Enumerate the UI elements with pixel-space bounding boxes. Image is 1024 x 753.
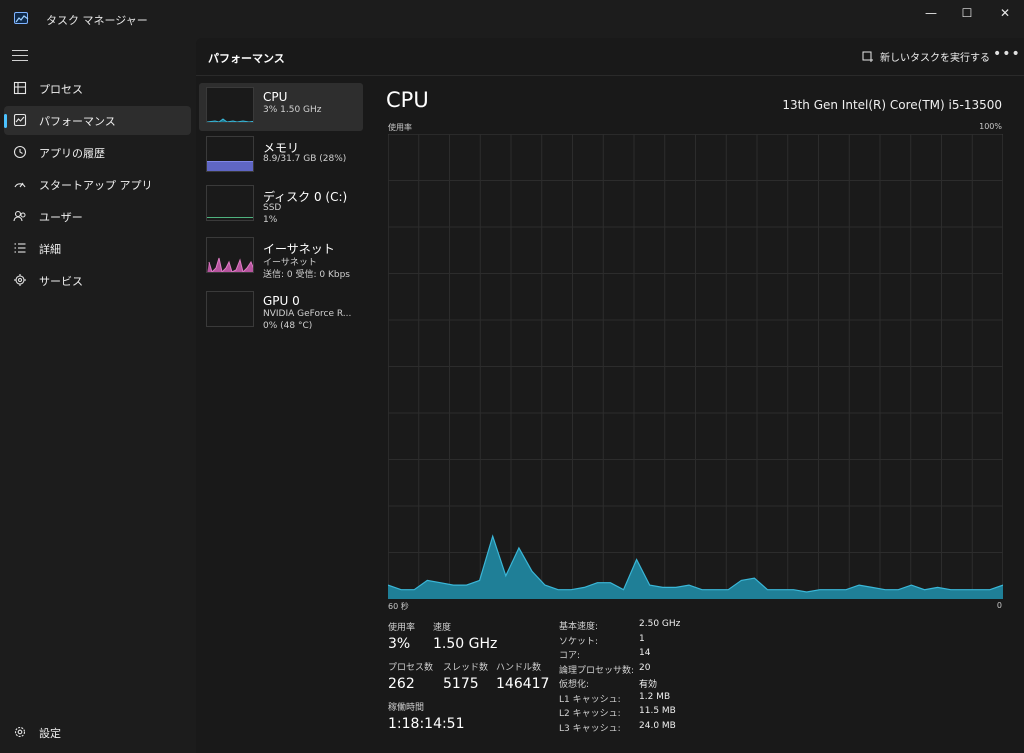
new-task-icon: [862, 51, 873, 62]
usage-stat-value: 3%: [388, 636, 411, 652]
app-title: タスク マネージャー: [46, 14, 148, 27]
minimize-button[interactable]: —: [912, 0, 950, 26]
performance-icon: [13, 113, 27, 127]
spec-virtualization-value: 有効: [639, 680, 658, 690]
menu-icon[interactable]: [12, 50, 28, 62]
title-bar: タスク マネージャー — ☐ ✕: [0, 0, 1024, 38]
content-area: パフォーマンス 新しいタスクを実行する ••• CPU 3% 1.50 GHz …: [196, 38, 1024, 753]
spec-sockets-label: ソケット:: [559, 637, 599, 647]
sidebar-item-settings[interactable]: 設定: [4, 718, 191, 747]
app-history-icon: [13, 145, 27, 159]
processes-stat-value: 262: [388, 676, 415, 692]
run-new-task-button[interactable]: 新しいタスクを実行する: [862, 49, 990, 64]
memory-thumbnail: [206, 136, 254, 172]
sidebar: プロセス パフォーマンス アプリの履歴 スタートアップ アプリ ユーザー 詳細 …: [0, 38, 196, 753]
run-new-task-label: 新しいタスクを実行する: [880, 53, 990, 64]
users-icon: [13, 210, 26, 222]
sidebar-item-label: パフォーマンス: [39, 114, 116, 128]
spec-logical-processors-value: 20: [639, 663, 651, 673]
device-detail: 1%: [263, 215, 278, 225]
graph-max-label: 100%: [979, 122, 1002, 131]
details-icon: [14, 243, 26, 253]
device-detail: 送信: 0 受信: 0 Kbps: [263, 270, 350, 280]
spec-l1-cache-label: L1 キャッシュ:: [559, 695, 621, 705]
threads-stat-value: 5175: [443, 676, 479, 692]
handles-stat-label: ハンドル数: [496, 663, 542, 673]
task-manager-app-icon: [14, 12, 29, 24]
sidebar-item-performance[interactable]: パフォーマンス: [4, 106, 191, 135]
sidebar-item-label: 詳細: [39, 242, 61, 256]
cpu-usage-graph: [388, 134, 1003, 599]
spec-logical-processors-label: 論理プロセッサ数:: [559, 666, 635, 676]
gear-icon: [14, 726, 26, 738]
spec-l1-cache-value: 1.2 MB: [639, 692, 671, 702]
page-header: パフォーマンス 新しいタスクを実行する •••: [196, 38, 1024, 76]
uptime-stat-value: 1:18:14:51: [388, 716, 465, 732]
more-options-button[interactable]: •••: [993, 46, 1021, 62]
device-item-disk[interactable]: ディスク 0 (C:) SSD 1%: [199, 181, 363, 229]
device-item-cpu[interactable]: CPU 3% 1.50 GHz: [199, 83, 363, 131]
threads-stat-label: スレッド数: [443, 663, 489, 673]
spec-base-speed-value: 2.50 GHz: [639, 619, 681, 629]
sidebar-item-processes[interactable]: プロセス: [4, 74, 191, 103]
device-item-gpu[interactable]: GPU 0 NVIDIA GeForce R... 0% (48 °C): [199, 287, 363, 335]
speed-stat-value: 1.50 GHz: [433, 636, 498, 652]
device-item-memory[interactable]: メモリ 8.9/31.7 GB (28%): [199, 132, 363, 180]
device-detail: 3% 1.50 GHz: [263, 105, 322, 115]
close-button[interactable]: ✕: [986, 0, 1024, 26]
spec-l3-cache-value: 24.0 MB: [639, 721, 676, 731]
device-detail: SSD: [263, 203, 282, 213]
sidebar-item-services[interactable]: サービス: [4, 266, 191, 295]
speed-stat-label: 速度: [433, 623, 452, 633]
processes-icon: [13, 81, 27, 95]
sidebar-item-label: アプリの履歴: [39, 146, 105, 160]
spec-cores-label: コア:: [559, 651, 581, 661]
graph-time-end-label: 0: [996, 601, 1002, 610]
maximize-button[interactable]: ☐: [948, 0, 986, 26]
device-name: GPU 0: [263, 294, 300, 308]
spec-base-speed-label: 基本速度:: [559, 622, 599, 632]
handles-stat-value: 146417: [496, 676, 550, 692]
sidebar-item-startup-apps[interactable]: スタートアップ アプリ: [4, 170, 191, 199]
device-detail: 8.9/31.7 GB (28%): [263, 154, 347, 164]
device-detail: 0% (48 °C): [263, 321, 313, 331]
graph-time-start-label: 60 秒: [388, 602, 409, 611]
ethernet-thumbnail: [206, 237, 254, 273]
sidebar-item-label: サービス: [39, 274, 83, 288]
selection-indicator: [4, 114, 7, 128]
cpu-thumbnail: [206, 87, 254, 123]
services-icon: [14, 274, 26, 286]
disk-thumbnail: [206, 185, 254, 221]
gpu-thumbnail: [206, 291, 254, 327]
uptime-stat-label: 稼働時間: [388, 703, 425, 713]
cpu-title: CPU: [386, 88, 429, 112]
spec-l2-cache-label: L2 キャッシュ:: [559, 709, 621, 719]
spec-l3-cache-label: L3 キャッシュ:: [559, 724, 621, 734]
sidebar-item-users[interactable]: ユーザー: [4, 202, 191, 231]
graph-usage-label: 使用率: [388, 123, 412, 132]
device-detail: NVIDIA GeForce R...: [263, 309, 352, 319]
settings-label: 設定: [39, 726, 61, 740]
processes-stat-label: プロセス数: [388, 663, 434, 673]
cpu-model: 13th Gen Intel(R) Core(TM) i5-13500: [782, 98, 1002, 112]
spec-l2-cache-value: 11.5 MB: [639, 706, 676, 716]
sidebar-item-label: ユーザー: [39, 210, 83, 224]
usage-stat-label: 使用率: [388, 623, 416, 633]
spec-virtualization-label: 仮想化:: [559, 680, 590, 690]
spec-sockets-value: 1: [639, 634, 645, 644]
sidebar-item-label: スタートアップ アプリ: [39, 178, 153, 192]
sidebar-item-details[interactable]: 詳細: [4, 234, 191, 263]
device-name: CPU: [263, 90, 288, 104]
sidebar-item-label: プロセス: [39, 82, 83, 96]
cpu-panel: CPU 13th Gen Intel(R) Core(TM) i5-13500 …: [386, 88, 1006, 748]
sidebar-item-app-history[interactable]: アプリの履歴: [4, 138, 191, 167]
startup-icon: [14, 182, 26, 188]
device-item-ethernet[interactable]: イーサネット イーサネット 送信: 0 受信: 0 Kbps: [199, 233, 363, 281]
page-title: パフォーマンス: [208, 52, 285, 65]
spec-cores-value: 14: [639, 648, 651, 658]
